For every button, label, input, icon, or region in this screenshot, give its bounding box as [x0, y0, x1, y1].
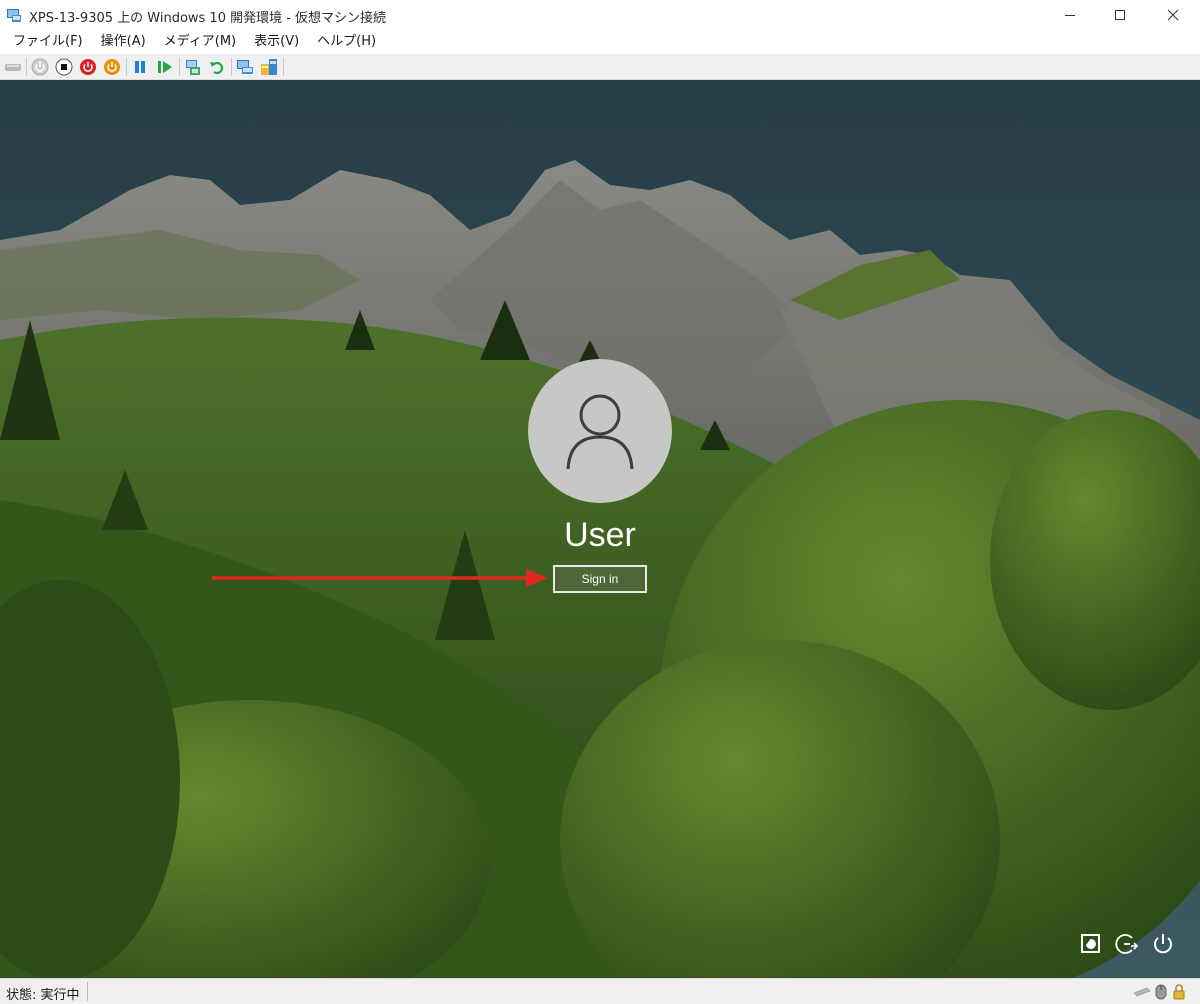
power-icon[interactable] [1151, 932, 1175, 956]
menu-action[interactable]: 操作(A) [92, 30, 155, 54]
keyboard-icon [1133, 984, 1151, 1003]
vm-display[interactable]: User Sign in [0, 80, 1200, 978]
menu-bar: ファイル(F) 操作(A) メディア(M) 表示(V) ヘルプ(H) [0, 30, 1200, 54]
user-icon [566, 394, 634, 470]
shut-down-icon[interactable] [79, 58, 97, 76]
toolbar [0, 54, 1200, 80]
pause-icon[interactable] [131, 58, 149, 76]
close-button[interactable] [1146, 0, 1200, 30]
maximize-button[interactable] [1093, 0, 1147, 30]
share-icon[interactable] [260, 58, 278, 76]
sign-in-button[interactable]: Sign in [553, 565, 647, 593]
network-icon[interactable] [1114, 932, 1139, 956]
menu-view[interactable]: 表示(V) [245, 30, 308, 54]
resume-icon[interactable] [156, 58, 174, 76]
ctrl-alt-del-icon[interactable] [4, 58, 22, 76]
title-bar[interactable]: XPS-13-9305 上の Windows 10 開発環境 - 仮想マシン接続 [0, 0, 1200, 30]
user-avatar [528, 359, 672, 503]
minimize-icon [1065, 15, 1075, 16]
lock-icon [1172, 984, 1186, 1004]
menu-file[interactable]: ファイル(F) [4, 30, 92, 54]
enhanced-session-icon[interactable] [236, 58, 254, 76]
username-label: User [564, 516, 636, 554]
mouse-icon [1155, 984, 1167, 1004]
maximize-icon [1115, 10, 1125, 20]
status-bar: 状態: 実行中 [0, 978, 1200, 1004]
save-icon[interactable] [103, 58, 121, 76]
menu-media[interactable]: メディア(M) [155, 30, 245, 54]
revert-icon[interactable] [208, 58, 226, 76]
minimize-button[interactable] [1043, 0, 1097, 30]
turn-off-icon[interactable] [55, 58, 73, 76]
red-arrow-annotation [212, 569, 548, 587]
checkpoint-icon[interactable] [184, 58, 202, 76]
ease-of-access-icon[interactable] [1079, 932, 1103, 956]
window-title: XPS-13-9305 上の Windows 10 開発環境 - 仮想マシン接続 [29, 11, 387, 26]
close-icon [1167, 9, 1179, 21]
menu-help[interactable]: ヘルプ(H) [308, 30, 385, 54]
vm-connect-app-icon [6, 7, 22, 23]
vm-status: 状態: 実行中 [6, 988, 80, 1003]
start-icon[interactable] [31, 58, 49, 76]
